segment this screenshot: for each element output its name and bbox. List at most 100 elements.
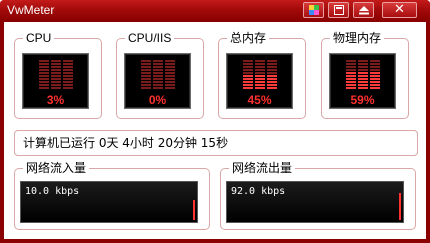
meter-segment bbox=[255, 78, 265, 80]
meter-segment bbox=[51, 63, 61, 65]
meter-segment bbox=[153, 69, 163, 71]
meter-segment bbox=[346, 75, 356, 77]
meter-segment bbox=[243, 60, 253, 62]
meter-segment bbox=[39, 84, 49, 86]
minimize-tray-icon bbox=[358, 6, 369, 18]
meter-segment bbox=[243, 78, 253, 80]
gauge-label: 物理内存 bbox=[333, 31, 382, 45]
uptime-status: 计算机已运行 0天 4小时 20分钟 15秒 bbox=[14, 130, 418, 156]
meter-segment bbox=[358, 60, 368, 62]
meter-segment bbox=[39, 81, 49, 83]
meter-segment bbox=[267, 66, 277, 68]
window-title: VwMeter bbox=[7, 3, 55, 17]
gauge-value: 0% bbox=[148, 93, 167, 107]
network-in-value: 10.0 kbps bbox=[25, 186, 80, 197]
meter-segment bbox=[165, 78, 175, 80]
meter-segment bbox=[346, 69, 356, 71]
meter-segment bbox=[358, 81, 368, 83]
level-meter bbox=[243, 60, 277, 89]
meter-segment bbox=[153, 84, 163, 86]
close-icon: ✕ bbox=[394, 2, 405, 17]
meter-segment bbox=[370, 63, 380, 65]
theme-button[interactable] bbox=[303, 2, 324, 18]
meter-segment bbox=[358, 87, 368, 89]
meter-segment bbox=[370, 69, 380, 71]
gauge-display: 0% bbox=[124, 53, 191, 109]
meter-segment bbox=[141, 78, 151, 80]
meter-segment bbox=[243, 66, 253, 68]
gauge-value: 59% bbox=[350, 93, 375, 107]
gauge-value: 3% bbox=[46, 93, 65, 107]
meter-segment bbox=[267, 84, 277, 86]
meter-segment bbox=[63, 81, 73, 83]
network-out-bar bbox=[399, 193, 401, 220]
meter-segment bbox=[165, 84, 175, 86]
meter-segment bbox=[358, 69, 368, 71]
meter-segment bbox=[358, 66, 368, 68]
minimize-button[interactable] bbox=[353, 2, 374, 18]
level-meter bbox=[39, 60, 73, 89]
meter-segment bbox=[153, 63, 163, 65]
meter-segment bbox=[141, 72, 151, 74]
meter-segment bbox=[267, 75, 277, 77]
meter-segment bbox=[39, 87, 49, 89]
close-button[interactable]: ✕ bbox=[382, 2, 417, 18]
gauge-label: CPU/IIS bbox=[128, 31, 172, 45]
meter-segment bbox=[39, 72, 49, 74]
network-in-bar bbox=[193, 200, 195, 220]
meter-segment bbox=[141, 60, 151, 62]
meter-segment bbox=[243, 87, 253, 89]
meter-segment bbox=[358, 72, 368, 74]
meter-segment bbox=[165, 60, 175, 62]
meter-segment bbox=[63, 84, 73, 86]
meter-segment bbox=[370, 87, 380, 89]
meter-segment bbox=[63, 87, 73, 89]
topmost-button[interactable] bbox=[328, 2, 349, 18]
level-meter bbox=[141, 60, 175, 89]
meter-segment bbox=[141, 81, 151, 83]
network-in-panel: 10.0 kbps bbox=[20, 181, 198, 223]
meter-segment bbox=[243, 75, 253, 77]
meter-segment bbox=[165, 66, 175, 68]
meter-segment bbox=[165, 75, 175, 77]
network-out-panel: 92.0 kbps bbox=[226, 181, 404, 223]
meter-segment bbox=[63, 60, 73, 62]
meter-segment bbox=[346, 66, 356, 68]
meter-segment bbox=[358, 84, 368, 86]
meter-segment bbox=[153, 60, 163, 62]
meter-segment bbox=[63, 69, 73, 71]
meter-segment bbox=[267, 63, 277, 65]
meter-segment bbox=[165, 69, 175, 71]
meter-segment bbox=[153, 75, 163, 77]
meter-segment bbox=[51, 60, 61, 62]
meter-segment bbox=[346, 84, 356, 86]
meter-segment bbox=[39, 69, 49, 71]
meter-segment bbox=[346, 81, 356, 83]
gauge-physical-memory: 物理内存 59% bbox=[321, 32, 409, 119]
meter-segment bbox=[63, 75, 73, 77]
gauge-display: 3% bbox=[22, 53, 89, 109]
meter-segment bbox=[63, 78, 73, 80]
restore-icon bbox=[333, 5, 344, 18]
meter-segment bbox=[267, 87, 277, 89]
meter-segment bbox=[51, 81, 61, 83]
meter-segment bbox=[153, 78, 163, 80]
gauge-display: 59% bbox=[329, 53, 396, 109]
gauge-total-memory: 总内存 45% bbox=[218, 32, 306, 119]
meter-segment bbox=[141, 87, 151, 89]
meter-segment bbox=[255, 81, 265, 83]
network-label: 网络流入量 bbox=[26, 161, 87, 175]
meter-segment bbox=[346, 63, 356, 65]
meter-segment bbox=[267, 78, 277, 80]
meter-segment bbox=[255, 75, 265, 77]
meter-segment bbox=[51, 66, 61, 68]
title-bar[interactable]: VwMeter ✕ bbox=[0, 0, 430, 21]
meter-segment bbox=[39, 60, 49, 62]
meter-segment bbox=[370, 72, 380, 74]
meter-segment bbox=[267, 72, 277, 74]
meter-segment bbox=[141, 63, 151, 65]
meter-segment bbox=[39, 63, 49, 65]
meter-segment bbox=[370, 78, 380, 80]
meter-segment bbox=[370, 60, 380, 62]
meter-segment bbox=[39, 78, 49, 80]
